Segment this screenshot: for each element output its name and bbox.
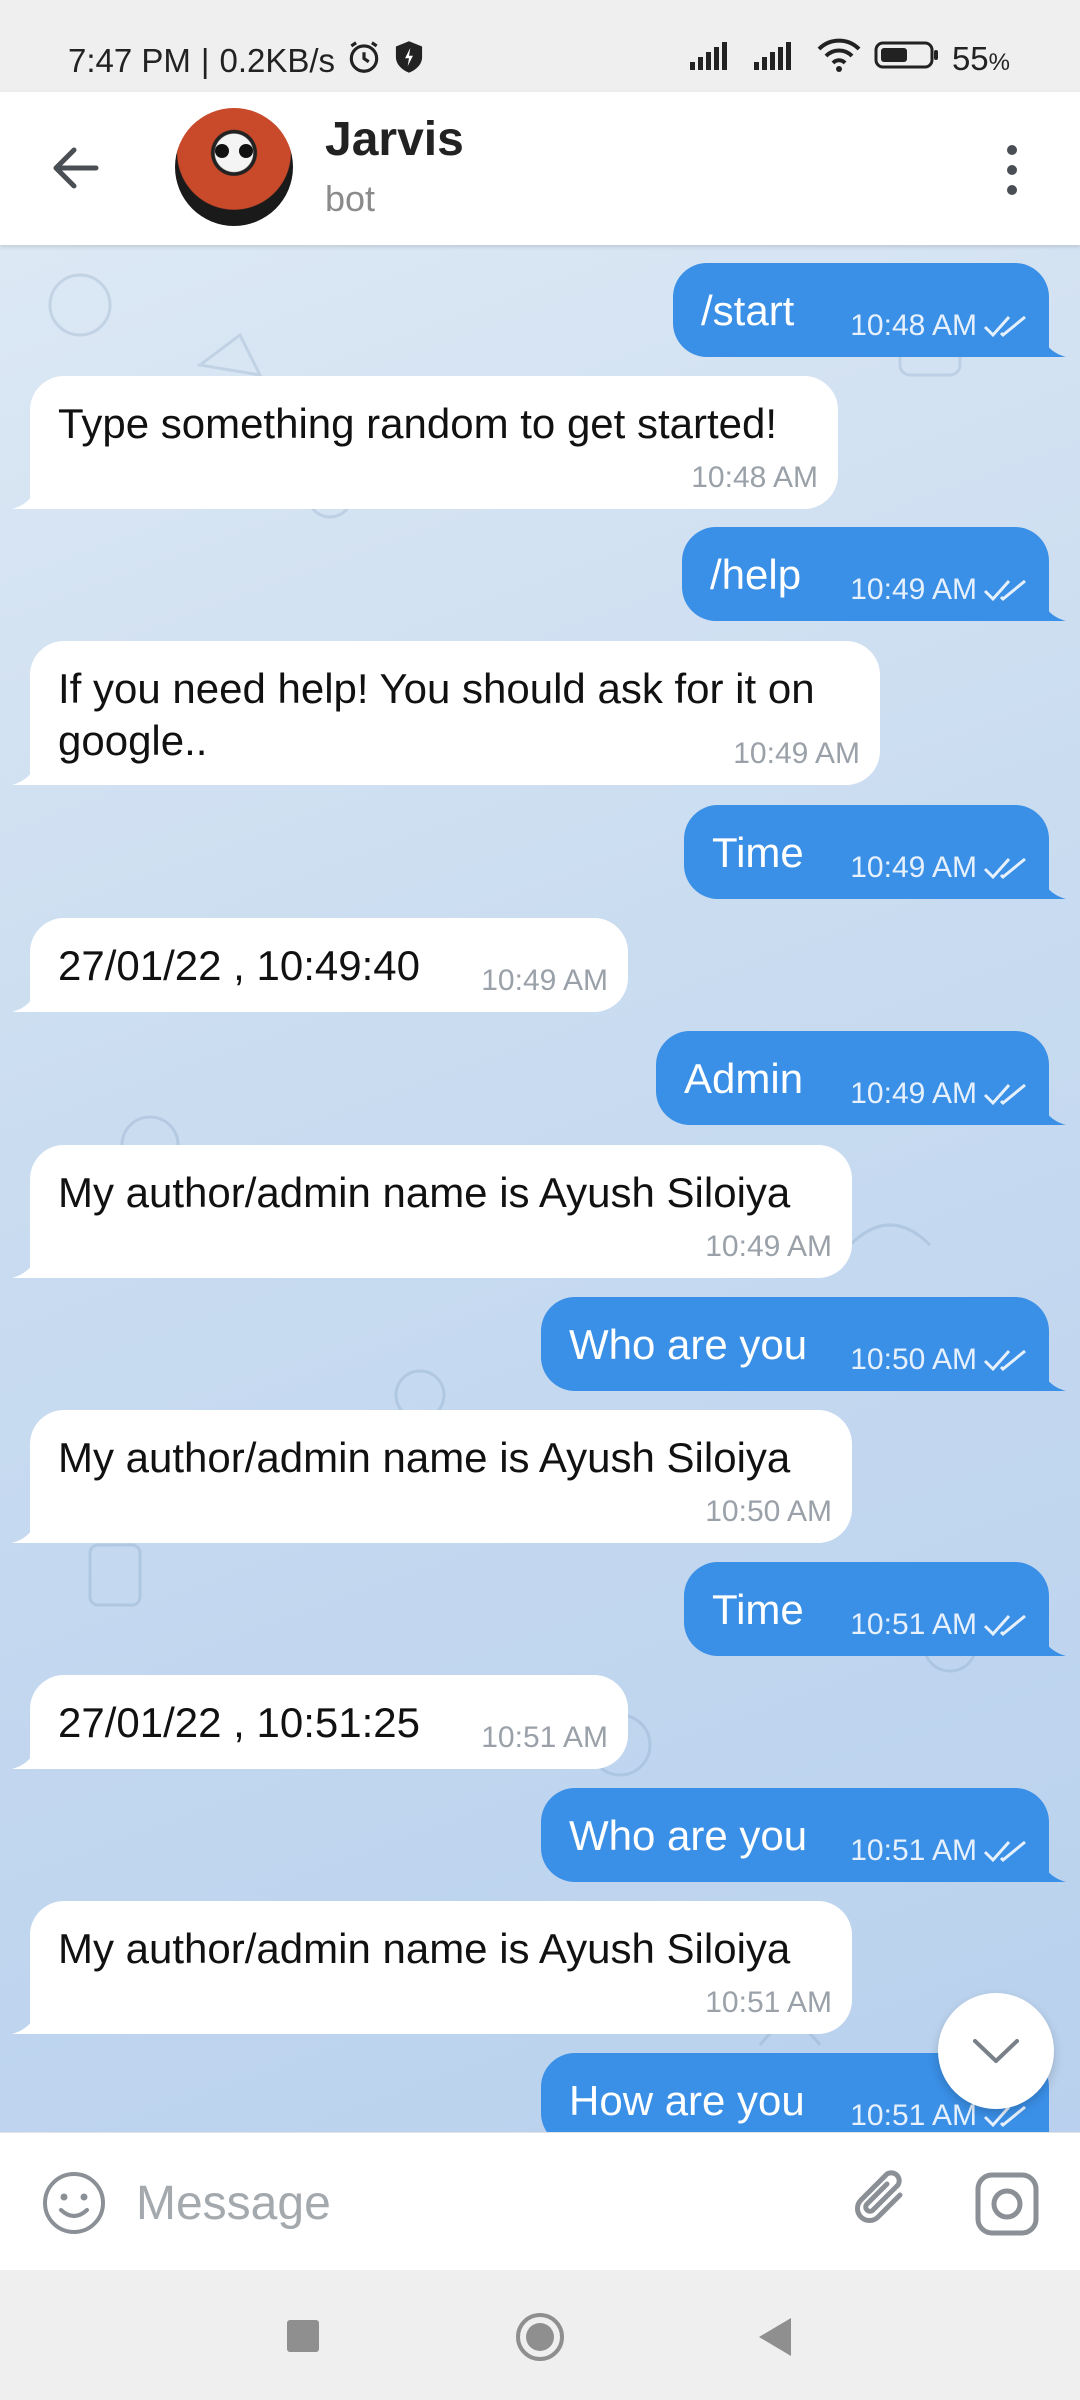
- bubble-tail: [1040, 873, 1066, 899]
- bubble-tail: [12, 759, 38, 785]
- double-check-icon: [983, 1349, 1026, 1372]
- message-outgoing[interactable]: Admin 10:49 AM: [656, 1031, 1049, 1125]
- message-time: 10:51 AM: [850, 1608, 977, 1641]
- message-incoming[interactable]: My author/admin name is Ayush Siloiya 10…: [30, 1410, 852, 1543]
- chevron-down-icon: [973, 2039, 1019, 2063]
- message-text: Type something random to get started!: [58, 400, 778, 447]
- message-time: 10:51 AM: [850, 2099, 977, 2132]
- bubble-tail: [1040, 1365, 1066, 1391]
- message-outgoing[interactable]: Time 10:51 AM: [684, 1562, 1049, 1656]
- alarm-icon: [345, 38, 383, 84]
- status-right: 55%: [688, 38, 1010, 80]
- message-time: 10:49 AM: [850, 851, 977, 884]
- message-time: 10:51 AM: [481, 1721, 608, 1754]
- message-outgoing[interactable]: Who are you 10:51 AM: [541, 1788, 1049, 1882]
- double-check-icon: [983, 857, 1026, 880]
- message-time: 10:49 AM: [733, 737, 860, 770]
- status-bar: 7:47 PM | 0.2KB/s 55%: [0, 0, 1080, 92]
- signal-icon: [688, 40, 740, 78]
- message-incoming[interactable]: My author/admin name is Ayush Siloiya 10…: [30, 1145, 852, 1278]
- bubble-tail: [1040, 595, 1066, 621]
- message-text: Time: [712, 1586, 804, 1633]
- bubble-tail: [1040, 1630, 1066, 1656]
- chat-area[interactable]: /start 10:48 AM Type something random to…: [0, 245, 1080, 2132]
- signal-icon: [752, 40, 804, 78]
- bubble-tail: [12, 1743, 38, 1769]
- message-input-bar: [0, 2132, 1080, 2270]
- avatar-eye-right: [239, 144, 253, 158]
- bubble-tail: [12, 1517, 38, 1543]
- message-text: /start: [701, 287, 795, 334]
- message-text: Time: [712, 829, 804, 876]
- message-incoming[interactable]: Type something random to get started! 10…: [30, 376, 838, 509]
- message-text: Who are you: [569, 1812, 808, 1859]
- message-time: 10:49 AM: [850, 1077, 977, 1110]
- chat-title[interactable]: Jarvis: [325, 112, 464, 167]
- message-time: 10:50 AM: [705, 1495, 832, 1528]
- paperclip-icon[interactable]: [848, 2165, 918, 2241]
- message-time: 10:49 AM: [705, 1230, 832, 1263]
- message-time: 10:48 AM: [850, 309, 977, 342]
- message-text: Who are you: [569, 1321, 808, 1368]
- back-icon[interactable]: [755, 2316, 795, 2358]
- status-speed: 0.2KB/s: [219, 42, 336, 79]
- battery-icon: [874, 40, 940, 78]
- message-text: My author/admin name is Ayush Siloiya: [58, 1925, 791, 1972]
- message-incoming[interactable]: 27/01/22 , 10:51:25 10:51 AM: [30, 1675, 628, 1769]
- status-time: 7:47 PM: [68, 42, 191, 79]
- message-time: 10:51 AM: [705, 1986, 832, 2019]
- chat-header: Jarvis bot: [0, 92, 1080, 245]
- double-check-icon: [983, 579, 1026, 602]
- message-incoming[interactable]: 27/01/22 , 10:49:40 10:49 AM: [30, 918, 628, 1012]
- message-input[interactable]: [136, 2161, 816, 2245]
- more-vertical-icon[interactable]: [984, 140, 1040, 200]
- message-text: If you need help! You should ask for it …: [58, 665, 815, 764]
- message-time: 10:51 AM: [850, 1834, 977, 1867]
- avatar-eye-left: [215, 144, 229, 158]
- bubble-tail: [1040, 331, 1066, 357]
- message-outgoing[interactable]: Time 10:49 AM: [684, 805, 1049, 899]
- battery-level: 55%: [951, 40, 1010, 77]
- home-icon[interactable]: [515, 2312, 565, 2362]
- shield-icon: [393, 40, 425, 82]
- avatar[interactable]: [175, 108, 293, 226]
- message-time: 10:48 AM: [691, 461, 818, 494]
- bubble-tail: [1040, 1099, 1066, 1125]
- wifi-icon: [816, 38, 862, 80]
- double-check-icon: [983, 315, 1026, 338]
- message-time: 10:49 AM: [481, 964, 608, 997]
- system-nav-bar: [0, 2270, 1080, 2400]
- camera-icon[interactable]: [972, 2169, 1042, 2239]
- message-time: 10:49 AM: [850, 573, 977, 606]
- message-text: 27/01/22 , 10:49:40: [58, 942, 420, 989]
- bubble-tail: [12, 483, 38, 509]
- scroll-to-bottom-button[interactable]: [938, 1993, 1054, 2109]
- bubble-tail: [12, 2008, 38, 2034]
- bubble-tail: [1040, 1856, 1066, 1882]
- message-time: 10:50 AM: [850, 1343, 977, 1376]
- double-check-icon: [983, 1083, 1026, 1106]
- message-text: My author/admin name is Ayush Siloiya: [58, 1169, 791, 1216]
- back-arrow-icon[interactable]: [44, 136, 108, 200]
- double-check-icon: [983, 1614, 1026, 1637]
- message-text: My author/admin name is Ayush Siloiya: [58, 1434, 791, 1481]
- bubble-tail: [12, 986, 38, 1012]
- message-outgoing[interactable]: /help 10:49 AM: [682, 527, 1049, 621]
- status-left: 7:47 PM | 0.2KB/s: [68, 38, 425, 84]
- chat-subtitle: bot: [325, 178, 376, 219]
- recent-apps-icon[interactable]: [287, 2320, 319, 2352]
- message-outgoing[interactable]: /start 10:48 AM: [673, 263, 1049, 357]
- double-check-icon: [983, 1840, 1026, 1863]
- message-text: /help: [710, 551, 802, 598]
- bubble-tail: [12, 1252, 38, 1278]
- status-separator: |: [200, 42, 210, 79]
- message-text: 27/01/22 , 10:51:25: [58, 1699, 420, 1746]
- message-outgoing[interactable]: Who are you 10:50 AM: [541, 1297, 1049, 1391]
- message-incoming[interactable]: My author/admin name is Ayush Siloiya 10…: [30, 1901, 852, 2034]
- message-incoming[interactable]: If you need help! You should ask for it …: [30, 641, 880, 785]
- message-text: How are you: [569, 2077, 805, 2124]
- emoji-icon[interactable]: [40, 2169, 108, 2237]
- message-text: Admin: [684, 1055, 804, 1102]
